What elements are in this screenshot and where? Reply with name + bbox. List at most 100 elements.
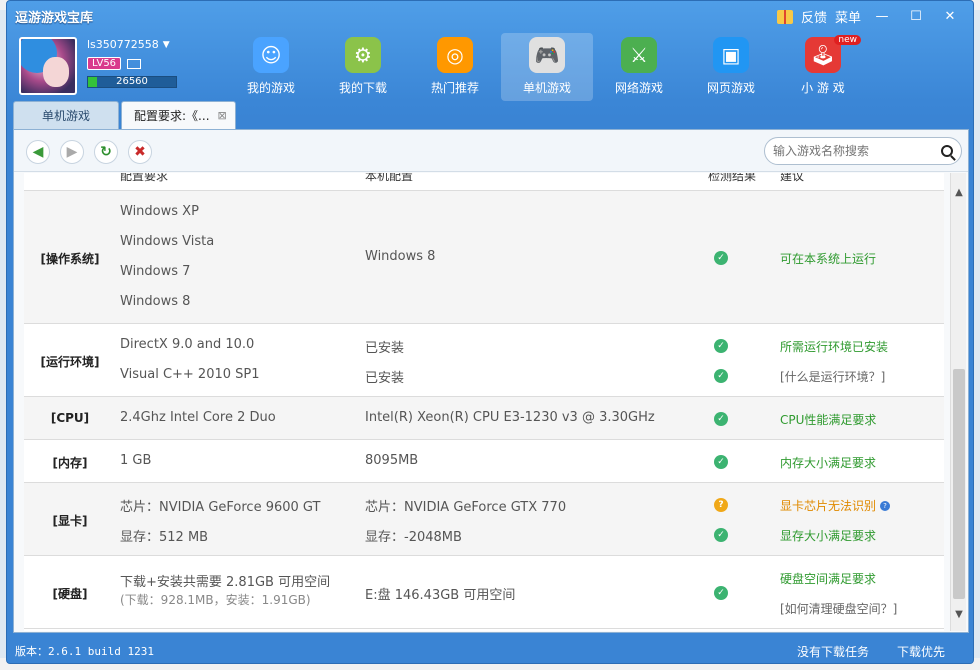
- suggestion-label: 所需运行环境已安装: [780, 339, 889, 354]
- tab-bar: 单机游戏 配置要求:《... ⊠: [13, 101, 236, 129]
- status-bar: 版本：2.6.1 build 1231 没有下载任务 下载优先: [7, 639, 973, 663]
- avatar[interactable]: [19, 37, 77, 95]
- close-button[interactable]: ✕: [937, 8, 963, 26]
- table-row: [操作系统] Windows XP Windows Vista Windows 7 Wi…: [24, 191, 944, 324]
- table-row: [显卡] 芯片：NVIDIA GeForce 9600 GT 显存：512 MB 芯片…: [24, 483, 944, 556]
- suggestion-label: 显卡芯片无法识别: [780, 498, 877, 513]
- requirement-text: Windows XP: [120, 203, 199, 219]
- web-page-icon: ▣: [713, 37, 749, 73]
- nav-item-0[interactable]: ☺ 我的游戏: [225, 33, 317, 101]
- suggestion-label: 显存大小满足要求: [780, 528, 877, 543]
- username-row[interactable]: ls350772558 ▼: [87, 38, 187, 51]
- scroll-thumb[interactable]: [953, 369, 965, 599]
- sword-globe-icon: ⚔: [621, 37, 657, 73]
- check-icon: ✓: [714, 338, 728, 353]
- suggestion-text: 所需运行环境已安装: [780, 338, 888, 355]
- suggestion-label: CPU性能满足要求: [780, 412, 877, 427]
- requirement-text: Windows Vista: [120, 233, 215, 249]
- app-window: 逗游游戏宝库 反馈 菜单 — ☐ ✕ ls350772558 ▼ LV56 26…: [6, 0, 974, 664]
- menu-button[interactable]: 菜单: [835, 7, 861, 26]
- tab-label: 单机游戏: [42, 109, 91, 123]
- table-row: [CPU] 2.4Ghz Intel Core 2 Duo Intel(R) Xeo…: [24, 397, 944, 440]
- suggestion-label: [什么是运行环境？]: [780, 369, 886, 384]
- check-icon: ✓: [714, 368, 728, 383]
- check-icon: ✓: [714, 527, 728, 542]
- requirement-text: Visual C++ 2010 SP1: [120, 366, 260, 382]
- help-link[interactable]: [如何清理硬盘空间？]: [780, 600, 897, 617]
- search-input[interactable]: [773, 144, 941, 158]
- new-badge: new: [834, 35, 861, 45]
- gift-icon[interactable]: [776, 9, 793, 24]
- app-title: 逗游游戏宝库: [15, 11, 94, 26]
- mail-icon[interactable]: [127, 58, 142, 69]
- requirement-text: 2.4Ghz Intel Core 2 Duo: [120, 409, 276, 425]
- suggestion-label: 可在本系统上运行: [780, 251, 877, 266]
- chevron-down-icon[interactable]: ▼: [163, 40, 170, 50]
- header-suggestion: 建议: [780, 173, 805, 183]
- row-category: [显卡]: [52, 513, 88, 528]
- check-icon: ✓: [714, 411, 728, 426]
- maximize-button[interactable]: ☐: [903, 8, 929, 26]
- scroll-down-icon[interactable]: ▼: [951, 607, 967, 623]
- nav-item-4[interactable]: ⚔ 网络游戏: [593, 33, 685, 101]
- disc-plus-icon: ◎: [437, 37, 473, 73]
- nav-item-3[interactable]: 🎮 单机游戏: [501, 33, 593, 101]
- tab-standalone-games[interactable]: 单机游戏: [13, 101, 120, 129]
- avatar-face: [43, 57, 69, 87]
- local-config-text: Intel(R) Xeon(R) CPU E3-1230 v3 @ 3.30GH…: [365, 409, 655, 425]
- search-icon[interactable]: [941, 145, 953, 157]
- suggestion-text: 可在本系统上运行: [780, 250, 876, 267]
- content-panel: ◀ ▶ ↻ ✖ 配置要求 本机配置 检测结果 建议 [操作系统] Windows …: [13, 129, 969, 633]
- row-category: [运行环境]: [40, 354, 100, 369]
- nav-item-label: 我的游戏: [246, 81, 295, 95]
- back-arrow-icon[interactable]: ◀: [26, 140, 50, 164]
- feedback-button[interactable]: 反馈: [801, 7, 827, 26]
- header-requirement: 配置要求: [120, 173, 169, 183]
- help-link[interactable]: [什么是运行环境？]: [780, 368, 885, 385]
- table-row: [硬盘] 下载+安装共需要 2.81GB 可用空间 (下载：928.1MB，安装：1…: [24, 556, 944, 629]
- title-actions: 反馈 菜单 — ☐ ✕: [776, 7, 963, 26]
- help-icon[interactable]: ?: [880, 501, 891, 511]
- stop-icon[interactable]: ✖: [128, 140, 152, 164]
- header-local-config: 本机配置: [365, 173, 414, 183]
- download-tasks-link[interactable]: 没有下载任务: [797, 643, 869, 660]
- requirement-text: Windows 7: [120, 263, 191, 279]
- nav-item-1[interactable]: ⚙ 我的下载: [317, 33, 409, 101]
- table-row: [内存] 1 GB 8095MB ✓ 内存大小满足要求: [24, 440, 944, 483]
- row-category: [内存]: [52, 455, 88, 470]
- check-icon: ✓: [714, 250, 728, 265]
- search-box[interactable]: [764, 137, 962, 165]
- title-bar[interactable]: 逗游游戏宝库 反馈 菜单 — ☐ ✕: [7, 1, 973, 31]
- vertical-scrollbar[interactable]: ▲ ▼: [950, 173, 966, 631]
- question-icon: ?: [714, 497, 728, 512]
- nav-item-label: 热门推荐: [430, 81, 479, 95]
- close-icon[interactable]: ⊠: [218, 109, 227, 122]
- nav-item-6[interactable]: 🕹 小 游 戏 new: [777, 33, 869, 101]
- xp-text: 26560: [116, 76, 148, 87]
- nav-item-label: 单机游戏: [522, 81, 571, 95]
- minimize-button[interactable]: —: [869, 8, 895, 26]
- nav-item-5[interactable]: ▣ 网页游戏: [685, 33, 777, 101]
- version-text: 版本：2.6.1 build 1231: [15, 645, 154, 658]
- row-category: [硬盘]: [52, 586, 88, 601]
- nav-item-label: 我的下载: [338, 81, 387, 95]
- requirement-text: 下载+安装共需要 2.81GB 可用空间: [120, 574, 331, 590]
- requirement-text: 显存：512 MB: [120, 529, 209, 545]
- table-header: 配置要求 本机配置 检测结果 建议: [24, 173, 944, 191]
- level-badge: LV56: [87, 57, 122, 70]
- refresh-icon[interactable]: ↻: [94, 140, 118, 164]
- nav-item-label: 网页游戏: [706, 81, 755, 95]
- tab-label: 配置要求:《...: [134, 109, 210, 123]
- user-info: ls350772558 ▼ LV56 26560: [87, 38, 187, 88]
- person-icon: ☺: [253, 37, 289, 73]
- tab-config-requirements[interactable]: 配置要求:《... ⊠: [121, 101, 236, 129]
- nav-item-2[interactable]: ◎ 热门推荐: [409, 33, 501, 101]
- download-priority-link[interactable]: 下载优先: [897, 643, 945, 660]
- nav-item-label: 小 游 戏: [801, 81, 845, 95]
- forward-arrow-icon[interactable]: ▶: [60, 140, 84, 164]
- local-config-text: 已安装: [365, 340, 405, 356]
- requirement-text: 芯片：NVIDIA GeForce 9600 GT: [120, 499, 321, 515]
- scroll-up-icon[interactable]: ▲: [951, 185, 967, 201]
- requirement-text: (下载：928.1MB，安装：1.91GB): [120, 592, 311, 607]
- username[interactable]: ls350772558: [87, 38, 159, 51]
